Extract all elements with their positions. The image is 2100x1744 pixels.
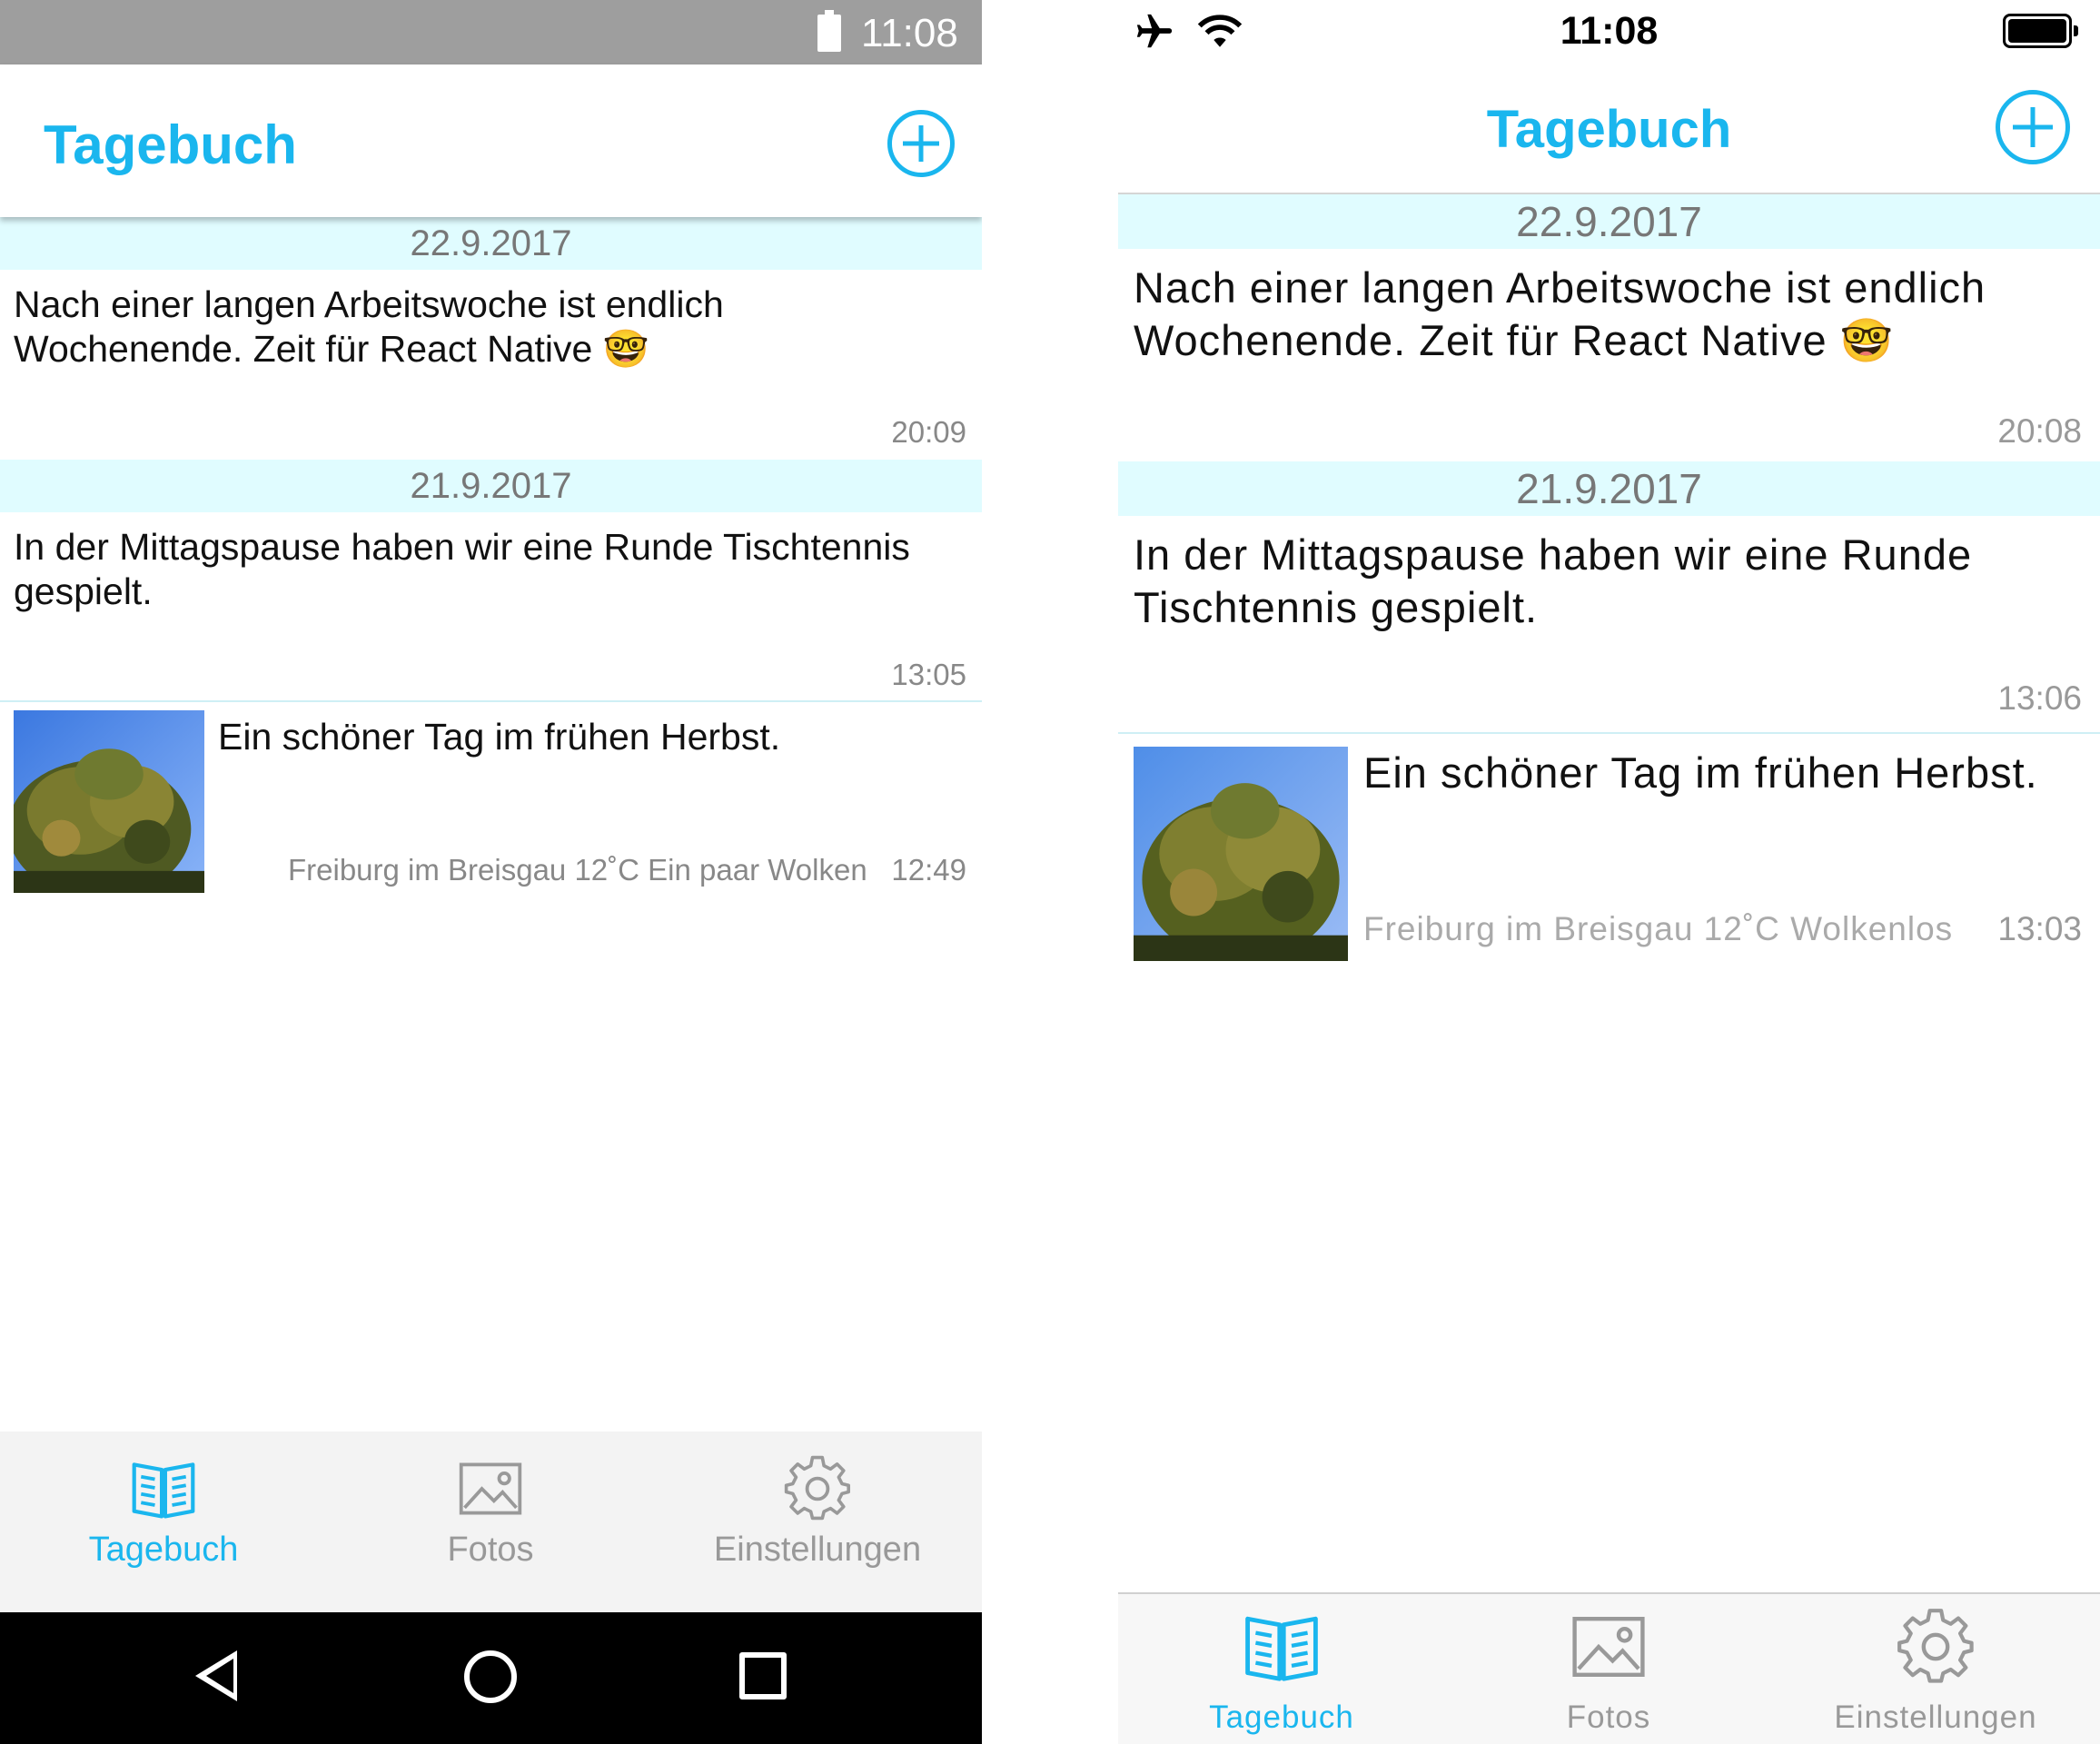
back-icon[interactable]	[195, 1650, 237, 1701]
date-header: 21.9.2017	[0, 460, 982, 512]
list-item[interactable]: Nach einer langen Arbeitswoche ist endli…	[0, 270, 982, 460]
tab-tagebuch[interactable]: Tagebuch	[1118, 1607, 1445, 1736]
entry-time: 13:06	[1997, 679, 2082, 717]
page-title: Tagebuch	[1486, 100, 1732, 159]
entry-time: 20:08	[1997, 412, 2082, 450]
header: Tagebuch	[1118, 64, 2100, 194]
tab-label: Fotos	[447, 1531, 534, 1569]
page-title: Tagebuch	[44, 114, 297, 175]
android-status-bar: 11:08	[0, 0, 982, 64]
list-item[interactable]: In der Mittagspause haben wir eine Runde…	[0, 512, 982, 702]
tab-bar: Tagebuch Fotos Einstellungen	[0, 1432, 982, 1612]
android-nav-bar	[0, 1612, 982, 1744]
ios-status-bar: 11:08	[1118, 0, 2100, 64]
gear-icon	[1897, 1609, 1974, 1683]
tab-bar: Tagebuch Fotos Einstellungen	[1118, 1592, 2100, 1744]
entry-text: Nach einer langen Arbeitswoche ist endli…	[14, 283, 724, 370]
status-time: 11:08	[1560, 9, 1659, 53]
add-entry-button[interactable]	[887, 110, 955, 177]
list-item[interactable]: Ein schöner Tag im frühen Herbst. Freibu…	[1118, 734, 2100, 988]
list-item[interactable]: In der Mittagspause haben wir eine Runde…	[1118, 516, 2100, 734]
android-screen: 11:08 Tagebuch 22.9.2017 Nach einer lang…	[0, 0, 982, 1744]
tree-photo	[1134, 747, 1348, 961]
tree-photo	[14, 710, 204, 893]
tab-einstellungen[interactable]: Einstellungen	[1772, 1607, 2099, 1736]
entry-list: 22.9.2017 Nach einer langen Arbeitswoche…	[1118, 194, 2100, 988]
entry-text: In der Mittagspause haben wir eine Runde…	[14, 526, 910, 612]
entry-text: Nach einer langen Arbeitswoche ist endli…	[1134, 263, 1986, 364]
entry-text: Ein schöner Tag im frühen Herbst.	[1363, 748, 2038, 797]
entry-list: 22.9.2017 Nach einer langen Arbeitswoche…	[0, 217, 982, 920]
add-entry-button[interactable]	[1996, 90, 2070, 164]
entry-time: 20:09	[891, 415, 966, 449]
list-item[interactable]: Ein schöner Tag im frühen Herbst. Freibu…	[0, 702, 982, 920]
gear-icon	[784, 1455, 851, 1521]
date-header: 22.9.2017	[1118, 194, 2100, 249]
entry-time: 13:05	[891, 658, 966, 691]
list-item[interactable]: Nach einer langen Arbeitswoche ist endli…	[1118, 249, 2100, 461]
entry-time: 12:49	[891, 853, 966, 887]
status-time: 11:08	[861, 11, 958, 55]
entry-location-weather: Freiburg im Breisgau 12˚C Ein paar Wolke…	[288, 853, 867, 887]
book-icon	[132, 1462, 195, 1519]
header: Tagebuch	[0, 64, 982, 217]
entry-text: In der Mittagspause haben wir eine Runde…	[1134, 530, 1973, 631]
date-header: 22.9.2017	[0, 217, 982, 270]
image-icon	[1572, 1617, 1645, 1677]
date-header: 21.9.2017	[1118, 461, 2100, 516]
entry-time: 13:03	[1997, 910, 2082, 947]
tab-einstellungen[interactable]: Einstellungen	[654, 1454, 981, 1570]
tab-tagebuch[interactable]: Tagebuch	[0, 1454, 327, 1570]
tab-fotos[interactable]: Fotos	[1445, 1607, 1772, 1736]
tab-fotos[interactable]: Fotos	[327, 1454, 654, 1570]
battery-icon	[817, 10, 841, 52]
tab-label: Tagebuch	[1209, 1699, 1354, 1735]
tab-label: Einstellungen	[1834, 1699, 2037, 1735]
battery-icon	[2003, 14, 2078, 48]
entry-text: Ein schöner Tag im frühen Herbst.	[218, 716, 781, 758]
home-icon[interactable]	[464, 1650, 517, 1703]
ios-screen: 11:08 Tagebuch 22.9.2017 Nach einer lang…	[1118, 0, 2100, 1744]
recents-icon[interactable]	[739, 1652, 787, 1699]
tab-label: Fotos	[1566, 1699, 1651, 1735]
tab-label: Tagebuch	[88, 1531, 239, 1569]
book-icon	[1245, 1616, 1318, 1681]
gap	[982, 0, 1118, 1744]
entry-location-weather: Freiburg im Breisgau 12˚C Wolkenlos	[1363, 910, 1954, 947]
image-icon	[459, 1462, 522, 1515]
tab-label: Einstellungen	[713, 1531, 922, 1569]
